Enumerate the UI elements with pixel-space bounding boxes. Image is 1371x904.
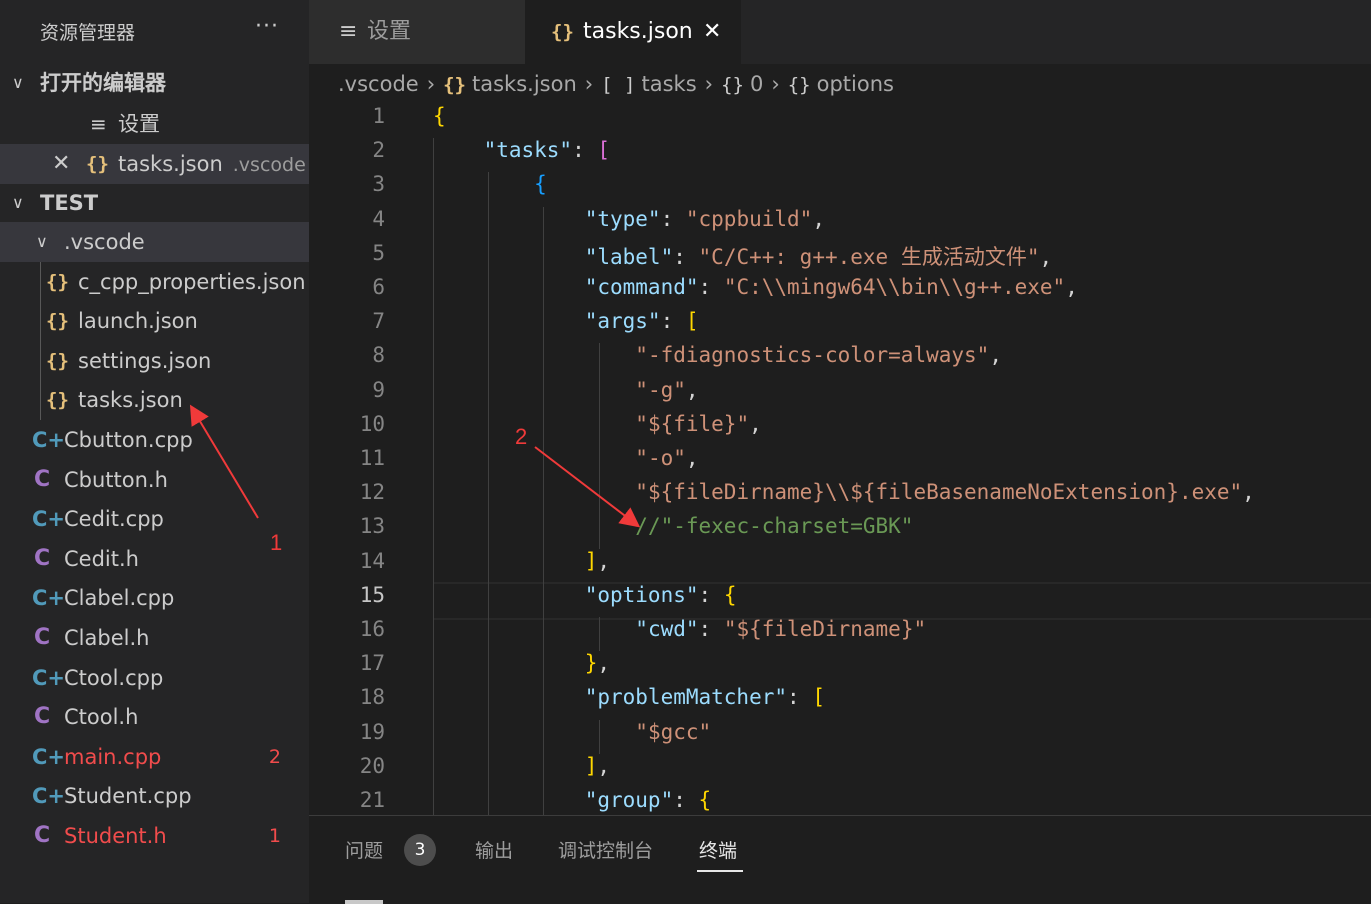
annotation-arrow-1	[192, 408, 258, 518]
annotation-arrows	[0, 0, 1371, 903]
annotation-arrow-2	[535, 447, 637, 525]
annotation-label-1: 1	[270, 530, 282, 556]
annotation-label-2: 2	[515, 424, 527, 450]
